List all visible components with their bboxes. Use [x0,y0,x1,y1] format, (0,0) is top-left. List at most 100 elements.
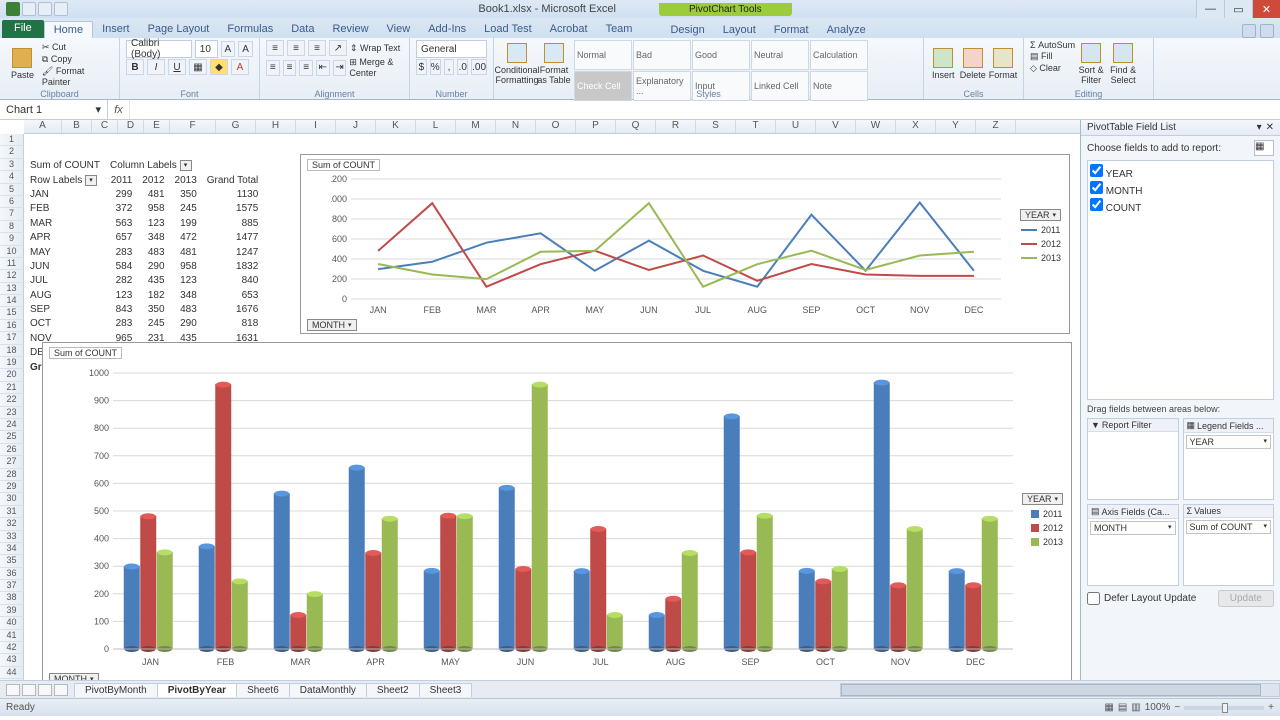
col-header[interactable]: Z [976,120,1016,133]
pane-close-icon[interactable]: ✕ [1266,122,1274,133]
row-header[interactable]: 25 [0,431,24,443]
help-icon[interactable] [1260,24,1274,38]
find-select-button[interactable]: Find & Select [1107,40,1139,88]
tab-layout[interactable]: Layout [714,22,765,38]
sheet-tab-datamonthly[interactable]: DataMonthly [289,683,367,697]
bar-chart[interactable]: Sum of COUNT YEAR▾ MONTH▾ 01002003004005… [42,342,1072,680]
col-header[interactable]: C [92,120,118,133]
row-header[interactable]: 4 [0,171,24,183]
sort-filter-button[interactable]: Sort & Filter [1075,40,1107,88]
zoom-level-label[interactable]: 100% [1145,702,1171,713]
shrink-font-icon[interactable]: A [238,41,253,57]
col-header[interactable]: I [296,120,336,133]
row-header[interactable]: 33 [0,531,24,543]
field-checkbox-month[interactable]: MONTH [1090,181,1271,197]
currency-icon[interactable]: $ [416,59,427,75]
name-box[interactable]: Chart 1▾ [0,100,108,119]
row-header[interactable]: 9 [0,233,24,245]
align-right-icon[interactable]: ≡ [299,60,313,76]
tab-nav-first-icon[interactable] [6,684,20,696]
fields-list[interactable]: YEAR MONTH COUNT [1087,160,1274,400]
row-header[interactable]: 2 [0,146,24,158]
col-header[interactable]: U [776,120,816,133]
cell-style-calculation[interactable]: Calculation [810,40,868,70]
format-painter-button[interactable]: 🖌 Format Painter [42,66,113,87]
row-header[interactable]: 8 [0,221,24,233]
row-header[interactable]: 26 [0,444,24,456]
tab-team[interactable]: Team [597,21,642,38]
indent-inc-icon[interactable]: ⇥ [333,60,347,76]
row-header[interactable]: 15 [0,307,24,319]
row-header[interactable]: 41 [0,630,24,642]
cut-button[interactable]: ✂ Cut [42,42,113,53]
border-button[interactable]: ▦ [189,59,207,75]
cell-style-bad[interactable]: Bad [633,40,691,70]
dec-decimal-icon[interactable]: .00 [471,59,487,75]
area-item-count[interactable]: Sum of COUNT▾ [1186,520,1272,534]
row-header[interactable]: 12 [0,270,24,282]
inc-decimal-icon[interactable]: .0 [457,59,468,75]
col-header[interactable]: V [816,120,856,133]
maximize-button[interactable]: ▭ [1224,0,1252,18]
tab-home[interactable]: Home [44,21,93,38]
col-header[interactable]: D [118,120,144,133]
zoom-out-icon[interactable]: − [1174,702,1180,713]
tab-design[interactable]: Design [661,22,713,38]
col-header[interactable]: M [456,120,496,133]
col-header[interactable]: G [216,120,256,133]
col-header[interactable]: T [736,120,776,133]
tab-nav-last-icon[interactable] [54,684,68,696]
col-header[interactable]: B [62,120,92,133]
row-header[interactable]: 3 [0,159,24,171]
row-header[interactable]: 18 [0,345,24,357]
tab-load-test[interactable]: Load Test [475,21,541,38]
row-header[interactable]: 31 [0,506,24,518]
qat-undo-icon[interactable] [38,2,52,16]
sheet-tab-sheet6[interactable]: Sheet6 [236,683,290,697]
row-header[interactable]: 16 [0,320,24,332]
row-header[interactable]: 10 [0,246,24,258]
wrap-text-button[interactable]: ⇕ Wrap Text [350,43,400,54]
cell-style-neutral[interactable]: Neutral [751,40,809,70]
row-header[interactable]: 14 [0,295,24,307]
row-header[interactable]: 24 [0,419,24,431]
font-size-combo[interactable]: 10 [195,40,218,58]
row-header[interactable]: 32 [0,518,24,530]
axis-filter-month[interactable]: MONTH▾ [49,673,99,680]
row-header[interactable]: 17 [0,332,24,344]
paste-button[interactable]: Paste [6,40,39,88]
file-tab[interactable]: File [2,20,44,38]
row-header[interactable]: 36 [0,568,24,580]
values-area[interactable]: Σ ValuesSum of COUNT▾ [1183,504,1275,586]
row-header[interactable]: 27 [0,456,24,468]
legend-filter-year[interactable]: YEAR▾ [1022,493,1063,505]
row-header[interactable]: 5 [0,184,24,196]
tab-format[interactable]: Format [765,22,818,38]
cell-style-good[interactable]: Good [692,40,750,70]
row-header[interactable]: 42 [0,642,24,654]
clear-button[interactable]: ◇ Clear [1030,63,1075,74]
zoom-in-icon[interactable]: + [1268,702,1274,713]
col-header[interactable]: P [576,120,616,133]
zoom-slider[interactable] [1184,706,1264,710]
bold-button[interactable]: B [126,59,144,75]
tab-formulas[interactable]: Formulas [218,21,282,38]
row-header[interactable]: 20 [0,369,24,381]
row-header[interactable]: 13 [0,283,24,295]
horizontal-scrollbar[interactable] [840,683,1280,697]
minimize-button[interactable]: — [1196,0,1224,18]
align-bottom-icon[interactable]: ≡ [308,40,326,56]
row-header[interactable]: 11 [0,258,24,270]
fill-color-button[interactable]: ◆ [210,59,228,75]
tab-insert[interactable]: Insert [93,21,139,38]
legend-fields-area[interactable]: ▦ Legend Fields ...YEAR▾ [1183,418,1275,500]
row-header[interactable]: 38 [0,592,24,604]
col-header[interactable]: R [656,120,696,133]
insert-cells-button[interactable]: Insert [930,40,957,88]
row-header[interactable]: 6 [0,196,24,208]
row-header[interactable]: 40 [0,617,24,629]
area-item-year[interactable]: YEAR▾ [1186,435,1272,449]
worksheet-area[interactable]: ABCDEFGHIJKLMNOPQRSTUVWXYZ 1234567891011… [0,120,1080,680]
row-header[interactable]: 43 [0,654,24,666]
tab-page-layout[interactable]: Page Layout [139,21,219,38]
